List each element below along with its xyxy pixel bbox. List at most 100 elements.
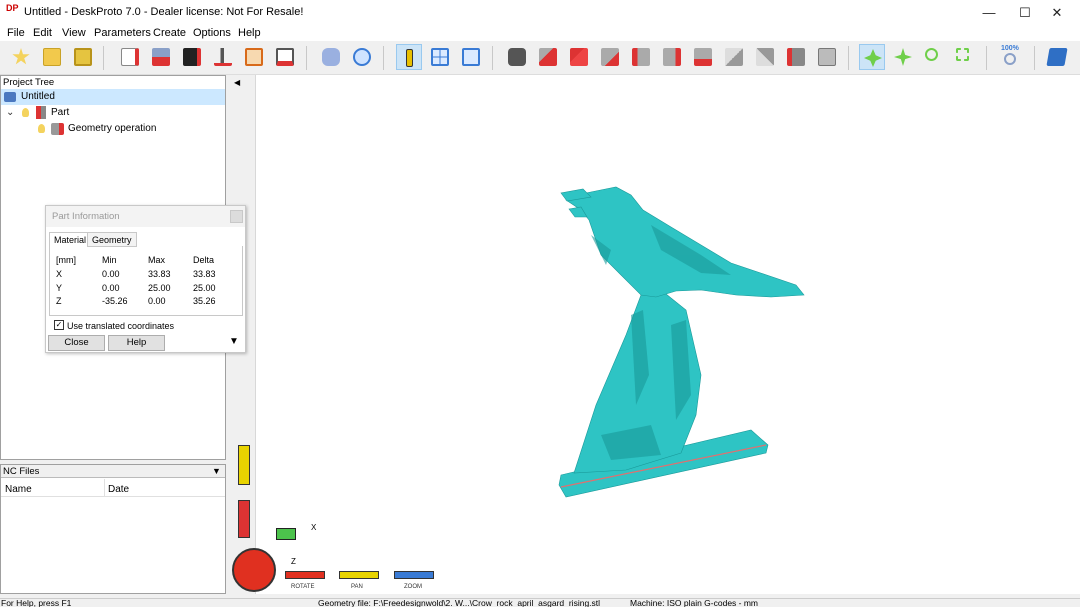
load-bitmap-icon[interactable] — [179, 44, 205, 70]
status-geometry-file: Geometry file: F:\Freedesignwold\2. W...… — [318, 598, 601, 607]
tree-item-untitled[interactable]: Untitled — [1, 89, 225, 105]
chevron-down-icon: ⌄ — [6, 107, 15, 118]
row-y-max: 25.00 — [148, 283, 171, 293]
header-min: Min — [102, 255, 117, 265]
help-button[interactable]: Help — [108, 335, 165, 351]
status-help: For Help, press F1 — [1, 598, 72, 607]
title-bar: DP Untitled - DeskProto 7.0 - Dealer lic… — [0, 0, 1080, 25]
nc-files-panel: NC Files ▼ Name Date — [0, 464, 226, 594]
dropdown-arrow-icon[interactable]: ▼ — [212, 466, 221, 476]
3d-viewport[interactable] — [231, 75, 1080, 594]
save-project-icon[interactable] — [70, 44, 96, 70]
zoom-window-icon[interactable] — [952, 44, 978, 70]
part-information-dialog: Part Information Material Geometry [mm] … — [45, 205, 246, 353]
view-left-icon[interactable] — [628, 44, 654, 70]
axis-indicator — [276, 528, 296, 540]
reset-view-icon[interactable] — [783, 44, 809, 70]
header-delta: Delta — [193, 255, 215, 265]
pan-dial-horizontal[interactable] — [339, 571, 379, 579]
column-header-date[interactable]: Date — [108, 484, 129, 495]
row-y-label: Y — [56, 283, 63, 293]
select-cursor-icon[interactable] — [318, 44, 344, 70]
project-icon — [4, 92, 16, 102]
zoom-100-icon[interactable]: 100% — [1000, 44, 1026, 70]
column-header-name[interactable]: Name — [5, 484, 32, 495]
dialog-close-icon[interactable] — [230, 210, 243, 223]
rotate-dial-horizontal[interactable] — [285, 571, 325, 579]
toolbar: 100% — [0, 41, 1080, 75]
row-z-label: Z — [56, 296, 62, 306]
collapse-arrow-icon[interactable]: ◀ — [234, 78, 240, 87]
zoom-dial-label: ZOOM — [404, 584, 422, 590]
rotate-dial[interactable] — [232, 548, 276, 592]
pan-tool-icon[interactable] — [890, 44, 916, 70]
help-book-icon[interactable] — [1044, 44, 1070, 70]
view-iso-icon[interactable] — [721, 44, 747, 70]
geometry-operation-icon — [51, 123, 64, 135]
view-right-icon[interactable] — [659, 44, 685, 70]
row-z-min: -35.26 — [102, 296, 128, 306]
row-x-label: X — [56, 269, 63, 279]
split-icon[interactable] — [210, 44, 236, 70]
view-bottom-icon[interactable] — [690, 44, 716, 70]
tree-label: Part — [51, 107, 70, 118]
row-x-delta: 33.83 — [193, 269, 216, 279]
nc-files-column-headers: Name Date — [1, 479, 225, 497]
camera-icon[interactable] — [504, 44, 530, 70]
view-iso2-icon[interactable] — [752, 44, 778, 70]
zoom-100-label: 100% — [1001, 45, 1019, 52]
zoom-tool-icon[interactable] — [921, 44, 947, 70]
menu-help[interactable]: Help — [238, 27, 261, 39]
load-dxf-icon[interactable] — [241, 44, 267, 70]
status-machine: Machine: ISO plain G-codes - mm — [630, 598, 759, 607]
menu-file[interactable]: File — [7, 27, 25, 39]
menu-edit[interactable]: Edit — [33, 27, 52, 39]
preview-icon[interactable] — [458, 44, 484, 70]
menu-bar: File Edit View Parameters Create Options… — [0, 25, 1080, 41]
open-project-icon[interactable] — [39, 44, 65, 70]
status-bar: For Help, press F1 Geometry file: F:\Fre… — [0, 598, 1080, 607]
info-icon[interactable] — [396, 44, 422, 70]
menu-options[interactable]: Options — [193, 27, 231, 39]
menu-view[interactable]: View — [62, 27, 86, 39]
view-top-icon[interactable] — [566, 44, 592, 70]
axis-x-label: X — [311, 523, 317, 532]
menu-parameters[interactable]: Parameters — [94, 27, 151, 39]
load-geometry-icon[interactable] — [117, 44, 143, 70]
expand-arrow-icon[interactable]: ▼ — [229, 336, 239, 347]
project-tree-header: Project Tree — [3, 77, 55, 88]
close-button-dialog[interactable]: Close — [48, 335, 105, 351]
row-x-min: 0.00 — [102, 269, 120, 279]
pan-vertical-dial[interactable] — [238, 445, 250, 485]
tab-content: [mm] Min Max Delta X 0.00 33.83 33.83 Y … — [49, 246, 243, 316]
use-translated-label: Use translated coordinates — [67, 321, 175, 331]
zoom-vertical-dial[interactable] — [238, 500, 250, 538]
use-translated-checkbox[interactable]: ✓ — [54, 320, 64, 330]
search-icon[interactable] — [349, 44, 375, 70]
new-project-icon[interactable] — [8, 44, 34, 70]
layout-icon[interactable] — [427, 44, 453, 70]
tree-label: Geometry operation — [68, 123, 157, 134]
menu-create[interactable]: Create — [153, 27, 186, 39]
axis-z-label: Z — [291, 557, 296, 566]
view-front-icon[interactable] — [535, 44, 561, 70]
rotate-tool-icon[interactable] — [859, 44, 885, 70]
window-title: Untitled - DeskProto 7.0 - Dealer licens… — [24, 6, 304, 18]
nc-files-header: NC Files — [1, 465, 225, 478]
close-button[interactable]: ✕ — [1034, 0, 1080, 25]
tab-material[interactable]: Material — [49, 232, 92, 247]
row-y-min: 0.00 — [102, 283, 120, 293]
zoom-dial-horizontal[interactable] — [394, 571, 434, 579]
part-icon — [36, 106, 46, 119]
row-y-delta: 25.00 — [193, 283, 216, 293]
pan-dial-label: PAN — [351, 584, 363, 590]
tab-geometry[interactable]: Geometry — [87, 232, 137, 247]
print-icon[interactable] — [814, 44, 840, 70]
row-x-max: 33.83 — [148, 269, 171, 279]
import-part-icon[interactable] — [148, 44, 174, 70]
crow-rock-model — [558, 186, 805, 498]
view-back-icon[interactable] — [597, 44, 623, 70]
row-z-delta: 35.26 — [193, 296, 216, 306]
save-geometry-icon[interactable] — [272, 44, 298, 70]
dialog-title: Part Information — [46, 206, 245, 227]
